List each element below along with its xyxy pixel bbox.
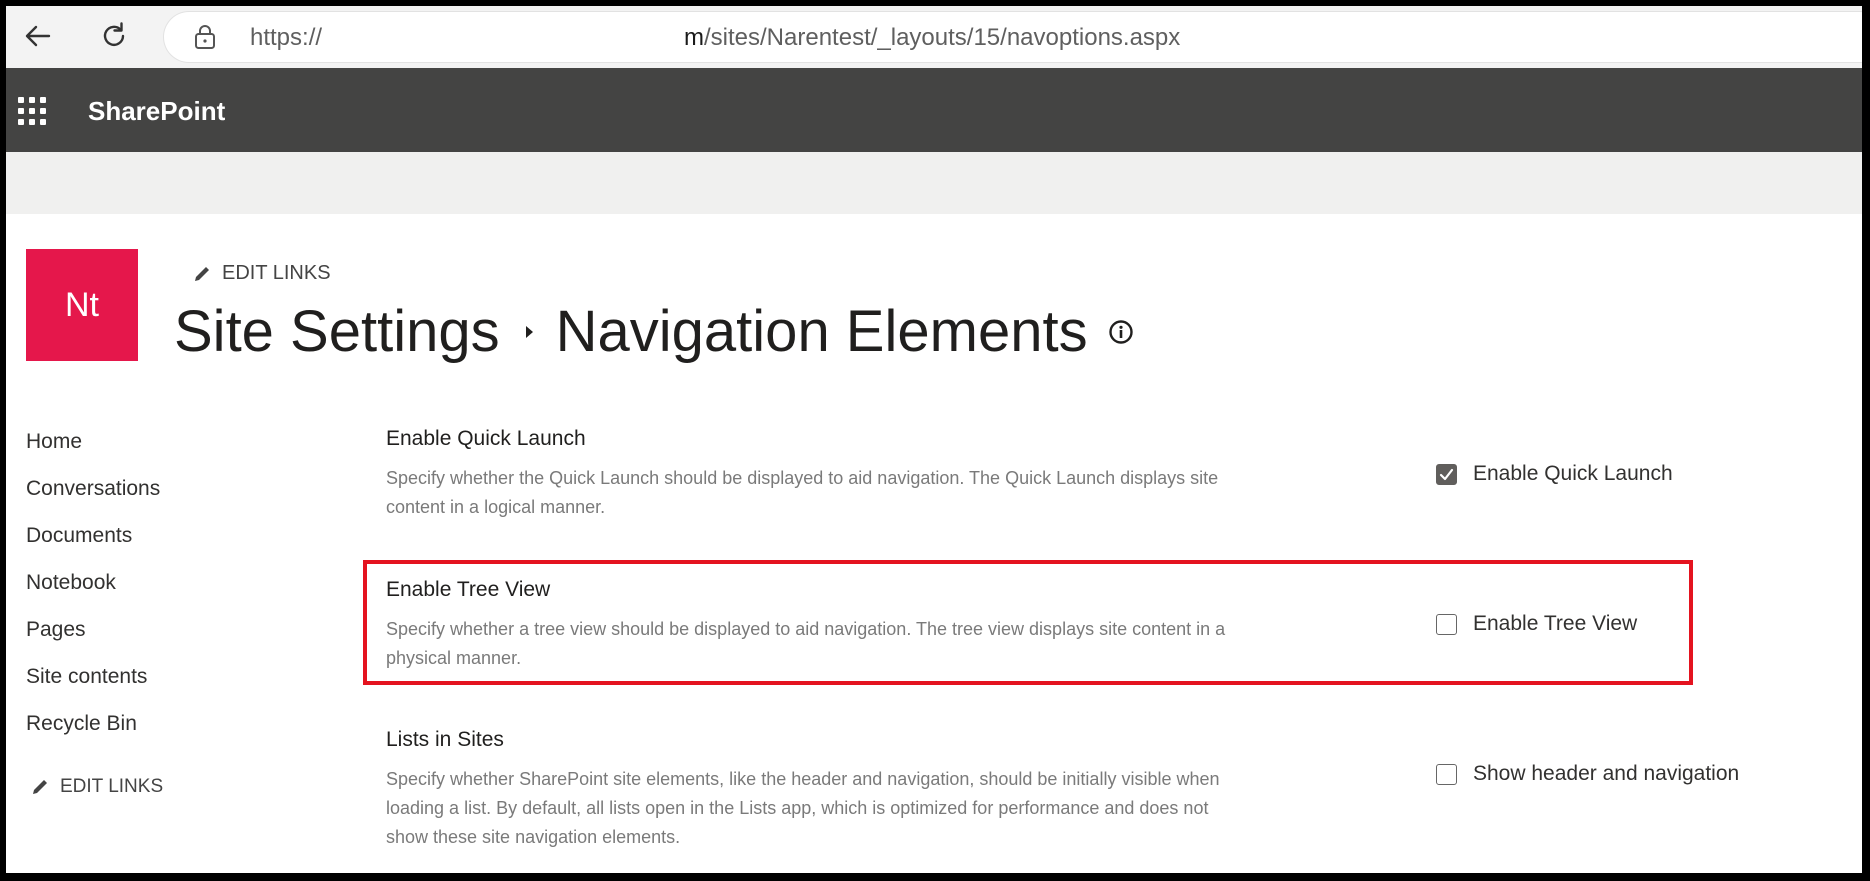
edit-links-top[interactable]: EDIT LINKS [192,262,331,285]
back-button[interactable] [18,16,58,56]
quick-launch-checkbox[interactable] [1436,463,1457,485]
edit-links-left[interactable]: EDIT LINKS [30,776,163,798]
url-protocol: https:// [250,24,323,51]
breadcrumb-separator-icon [525,325,533,338]
suite-bar: SharePoint [6,68,1862,152]
url-domain-suffix: m [684,24,704,51]
tree-view-checkbox[interactable] [1436,613,1457,635]
quick-launch-label[interactable]: Enable Quick Launch [1473,462,1673,486]
section-description: Specify whether a tree view should be di… [386,619,1226,668]
edit-links-left-label: EDIT LINKS [60,776,164,797]
page-title: Site Settings Navigation Elements [174,298,1134,365]
browser-toolbar: https:// m/sites/Narentest/_layouts/15/n… [6,6,1862,68]
section-description: Specify whether SharePoint site elements… [386,769,1220,847]
section-lists-in-sites: Lists in Sites Specify whether SharePoin… [386,728,1506,852]
quick-launch-option[interactable]: Enable Quick Launch [1436,462,1673,486]
show-header-checkbox[interactable] [1436,763,1457,785]
section-title: Enable Quick Launch [386,427,586,450]
tree-view-label[interactable]: Enable Tree View [1473,612,1637,636]
lock-icon[interactable] [194,24,216,50]
screenshot-frame: https:// m/sites/Narentest/_layouts/15/n… [6,6,1862,873]
nav-item-recycle-bin[interactable]: Recycle Bin [26,700,266,747]
pencil-icon [33,780,47,794]
app-launcher-icon[interactable] [18,97,46,125]
url-path-text: /sites/Narentest/_layouts/15/navoptions.… [704,24,1181,51]
back-arrow-icon [25,25,51,47]
nav-item-notebook[interactable]: Notebook [26,559,266,606]
site-logo[interactable]: Nt [26,249,138,361]
quick-launch-nav: Home Conversations Documents Notebook Pa… [26,418,266,747]
address-bar[interactable]: https:// m/sites/Narentest/_layouts/15/n… [164,12,1862,62]
nav-item-pages[interactable]: Pages [26,606,266,653]
nav-item-conversations[interactable]: Conversations [26,465,266,512]
pencil-icon [195,266,209,281]
section-title: Lists in Sites [386,728,504,751]
suite-app-name[interactable]: SharePoint [88,96,225,127]
section-tree-view: Enable Tree View Specify whether a tree … [386,578,1506,673]
nav-item-home[interactable]: Home [26,418,266,465]
nav-item-documents[interactable]: Documents [26,512,266,559]
edit-links-top-label: EDIT LINKS [222,262,331,284]
section-description: Specify whether the Quick Launch should … [386,468,1219,517]
refresh-button[interactable] [94,16,134,56]
url-path: m/sites/Narentest/_layouts/15/navoptions… [684,24,1180,52]
breadcrumb-current: Navigation Elements [555,299,1088,364]
section-title: Enable Tree View [386,578,551,601]
breadcrumb-parent[interactable]: Site Settings [174,298,500,365]
tree-view-option[interactable]: Enable Tree View [1436,612,1637,636]
site-logo-text: Nt [65,285,99,324]
show-header-option[interactable]: Show header and navigation [1436,762,1739,786]
nav-item-site-contents[interactable]: Site contents [26,653,266,700]
show-header-label[interactable]: Show header and navigation [1473,762,1739,786]
section-quick-launch: Enable Quick Launch Specify whether the … [386,427,1506,522]
command-bar-area [6,152,1862,214]
info-icon[interactable] [1108,319,1134,345]
checkmark-icon [1439,468,1454,480]
refresh-icon [103,22,125,46]
